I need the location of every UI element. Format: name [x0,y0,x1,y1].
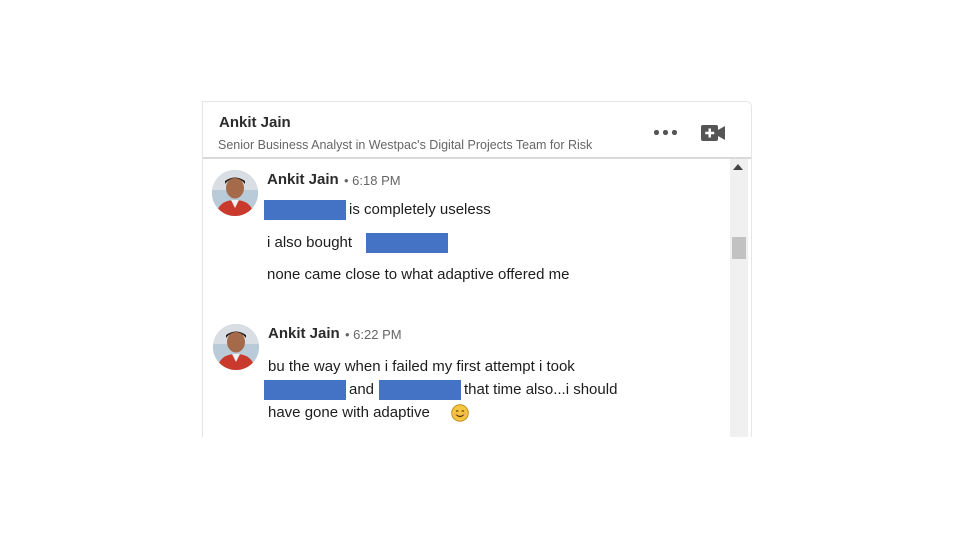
redacted-text [264,200,346,220]
contact-name[interactable]: Ankit Jain [219,114,291,131]
message-text: none came close to what adaptive offered… [267,266,570,283]
message-text: i also bought [267,234,353,251]
redacted-text [379,380,461,400]
more-options-button[interactable] [651,122,681,142]
message-text: bu the way when i failed my first attemp… [268,358,575,375]
chat-window: Ankit Jain Senior Business Analyst in We… [202,101,752,437]
message-text: that time also...i should [464,381,618,398]
more-dot [654,130,659,135]
sender-avatar[interactable] [212,170,258,216]
more-dot [672,130,677,135]
scroll-up-arrow-icon[interactable] [733,164,743,170]
scrollbar[interactable] [730,159,748,437]
scroll-thumb[interactable] [732,237,746,259]
contact-headline: Senior Business Analyst in Westpac's Dig… [218,138,593,152]
video-call-icon[interactable] [701,124,725,142]
message-list[interactable]: Ankit Jain • 6:18 PM is completely usele… [203,159,751,437]
conversation-header: Ankit Jain Senior Business Analyst in We… [203,102,751,159]
sender-avatar[interactable] [213,324,259,370]
message-text: and [349,381,375,398]
message-text: have gone with adaptive [268,404,430,421]
sender-name[interactable]: Ankit Jain [268,325,340,342]
sender-name[interactable]: Ankit Jain [267,171,339,188]
more-dot [663,130,668,135]
redacted-text [264,380,346,400]
message-timestamp: • 6:22 PM [345,327,402,342]
smiling-face-emoji [451,404,469,422]
message-text: is completely useless [349,201,491,218]
redacted-text [366,233,448,253]
message-timestamp: • 6:18 PM [344,173,401,188]
